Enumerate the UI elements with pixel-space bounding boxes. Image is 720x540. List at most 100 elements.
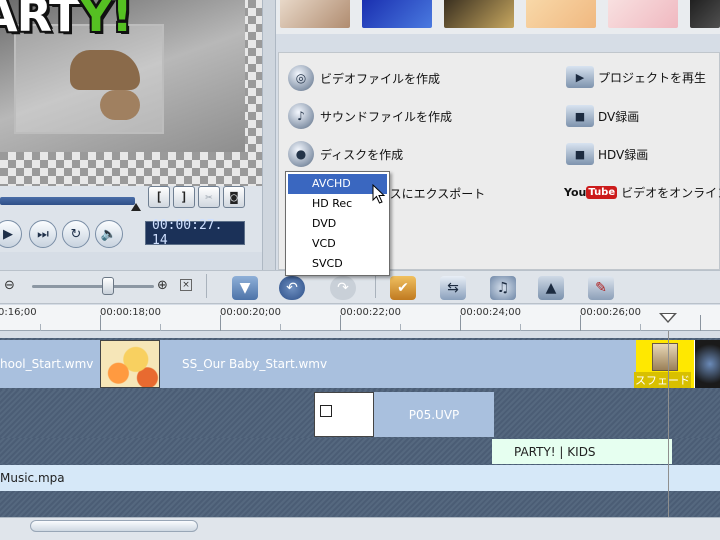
video-clip-thumbnail[interactable]	[100, 340, 160, 388]
scrub-progress[interactable]	[0, 197, 135, 205]
ruler-tick	[340, 315, 341, 331]
clip-label: PARTY! | KIDS	[514, 444, 596, 459]
splitter[interactable]	[262, 0, 276, 270]
toolbar-divider	[206, 274, 207, 298]
action-label: イスにエクスポート	[378, 187, 486, 201]
snapshot-button[interactable]: ◙	[223, 186, 245, 208]
action-label: サウンドファイルを作成	[320, 109, 453, 124]
youtube-icon: You Tube	[564, 186, 618, 199]
transition-label: スフェード	[634, 372, 691, 388]
cut-button[interactable]: ✂	[198, 186, 220, 208]
video-clip[interactable]: hool_Start.wmv	[0, 340, 100, 388]
scrub-handle[interactable]	[131, 203, 141, 211]
volume-icon: 🔈	[100, 226, 118, 242]
ruler-minor-tick	[40, 324, 41, 331]
clip-label: P05.UVP	[408, 407, 460, 422]
action-label: HDV録画	[598, 147, 649, 162]
mark-out-label: ]	[180, 190, 188, 204]
audio-mix-icon[interactable]: ▲	[538, 276, 564, 300]
fit-to-window-icon[interactable]: ×	[180, 279, 192, 291]
preview-window: ARTY!	[0, 0, 262, 186]
undo-icon[interactable]: ↶	[279, 276, 305, 300]
library-thumb[interactable]	[690, 0, 720, 28]
action-label: ディスクを作成	[320, 147, 404, 162]
ruler-label: 00:00:20;00	[220, 307, 282, 318]
timecode-display[interactable]: 00:00:27. 14	[145, 218, 245, 248]
mark-in-button[interactable]: [	[148, 186, 170, 208]
repeat-button[interactable]: ↻	[62, 220, 90, 248]
ruler-minor-tick	[400, 324, 401, 331]
clip-label: SS_Our Baby_Start.wmv	[182, 357, 328, 371]
repeat-icon: ↻	[70, 226, 82, 242]
ruler-minor-tick	[640, 324, 641, 331]
export-to-device-action[interactable]: イスにエクスポート	[378, 185, 485, 202]
zoom-slider-track[interactable]	[32, 285, 154, 288]
title-text-part2: Y!	[79, 0, 132, 42]
video-clip[interactable]: SS_Our Baby_Start.wmv	[160, 340, 636, 388]
skip-end-icon: ⏭	[37, 226, 49, 242]
volume-button[interactable]: 🔈	[95, 220, 123, 248]
menu-item-svcd[interactable]: SVCD	[286, 254, 389, 274]
video-clip-thumbnail[interactable]	[694, 340, 720, 388]
zoom-in-icon[interactable]: ⊕	[157, 278, 168, 293]
create-disc-action[interactable]: ● ディスクを作成	[288, 141, 403, 167]
library-thumb[interactable]	[444, 0, 514, 28]
action-label: DV録画	[598, 109, 640, 124]
snapshot-icon: ◙	[230, 190, 238, 204]
menu-item-dvd[interactable]: DVD	[286, 214, 389, 234]
library-thumb[interactable]	[526, 0, 596, 28]
upload-online-action[interactable]: YouTubeビデオをオンラインア	[564, 184, 720, 201]
toolbar-divider	[375, 274, 376, 298]
title-text-part1: ART	[0, 0, 80, 42]
next-frame-button[interactable]: ⏭	[29, 220, 57, 248]
youtube-you: You	[564, 186, 587, 199]
insert-media-icon[interactable]: ▼	[232, 276, 258, 300]
play-icon: ▶	[3, 226, 13, 242]
action-label: ビデオファイルを作成	[320, 71, 441, 86]
ruler-minor-tick	[520, 324, 521, 331]
redo-icon[interactable]: ↷	[330, 276, 356, 300]
zoom-slider-thumb[interactable]	[102, 277, 114, 295]
timecode-value: 00:00:27. 14	[152, 218, 223, 248]
action-label: ビデオをオンラインア	[621, 186, 720, 200]
create-video-file-action[interactable]: ◎ ビデオファイルを作成	[288, 65, 440, 91]
create-sound-file-action[interactable]: ♪ サウンドファイルを作成	[288, 103, 452, 129]
ruler-tick	[460, 315, 461, 331]
overlay-clip[interactable]: P05.UVP	[374, 392, 494, 437]
chapter-point-icon[interactable]: ✎	[588, 276, 614, 300]
clip-label: Music.mpa	[0, 471, 65, 485]
disc-icon: ●	[288, 141, 314, 167]
dv-record-action[interactable]: ■ DV録画	[566, 105, 639, 127]
ruler-label: 00:00:24;00	[460, 307, 522, 318]
preview-title-text: ARTY!	[0, 0, 133, 42]
auto-music-icon[interactable]: ♫	[490, 276, 516, 300]
library-thumb[interactable]	[280, 0, 350, 28]
library-thumb[interactable]	[362, 0, 432, 28]
sound-icon: ♪	[288, 103, 314, 129]
film-reel-icon: ◎	[288, 65, 314, 91]
library-thumb[interactable]	[608, 0, 678, 28]
music-clip[interactable]: Music.mpa	[0, 465, 720, 491]
title-clip[interactable]: PARTY! | KIDS	[492, 439, 672, 464]
youtube-tube: Tube	[586, 186, 618, 199]
play-project-action[interactable]: ▶ プロジェクトを再生	[566, 66, 706, 88]
menu-item-vcd[interactable]: VCD	[286, 234, 389, 254]
play-project-icon: ▶	[566, 66, 594, 88]
action-label: プロジェクトを再生	[598, 70, 707, 85]
batch-convert-icon[interactable]: ⇆	[440, 276, 466, 300]
mark-out-button[interactable]: ]	[173, 186, 195, 208]
transition-icon	[652, 343, 678, 371]
timeline-scroll-thumb[interactable]	[30, 520, 198, 532]
ruler-label: 00:00:18;00	[100, 307, 162, 318]
smart-proxy-icon[interactable]: ✔	[390, 276, 416, 300]
ruler-tick	[220, 315, 221, 331]
playhead-line	[668, 331, 669, 517]
mouse-cursor-icon	[372, 184, 386, 204]
empty-track	[0, 492, 720, 517]
ruler-label: 00:00:26;00	[580, 307, 642, 318]
ruler-minor-tick	[160, 324, 161, 331]
zoom-out-icon[interactable]: ⊖	[4, 278, 15, 293]
ruler-label: 00:00:22;00	[340, 307, 402, 318]
ruler-tick	[580, 315, 581, 331]
hdv-record-action[interactable]: ■ HDV録画	[566, 143, 648, 165]
